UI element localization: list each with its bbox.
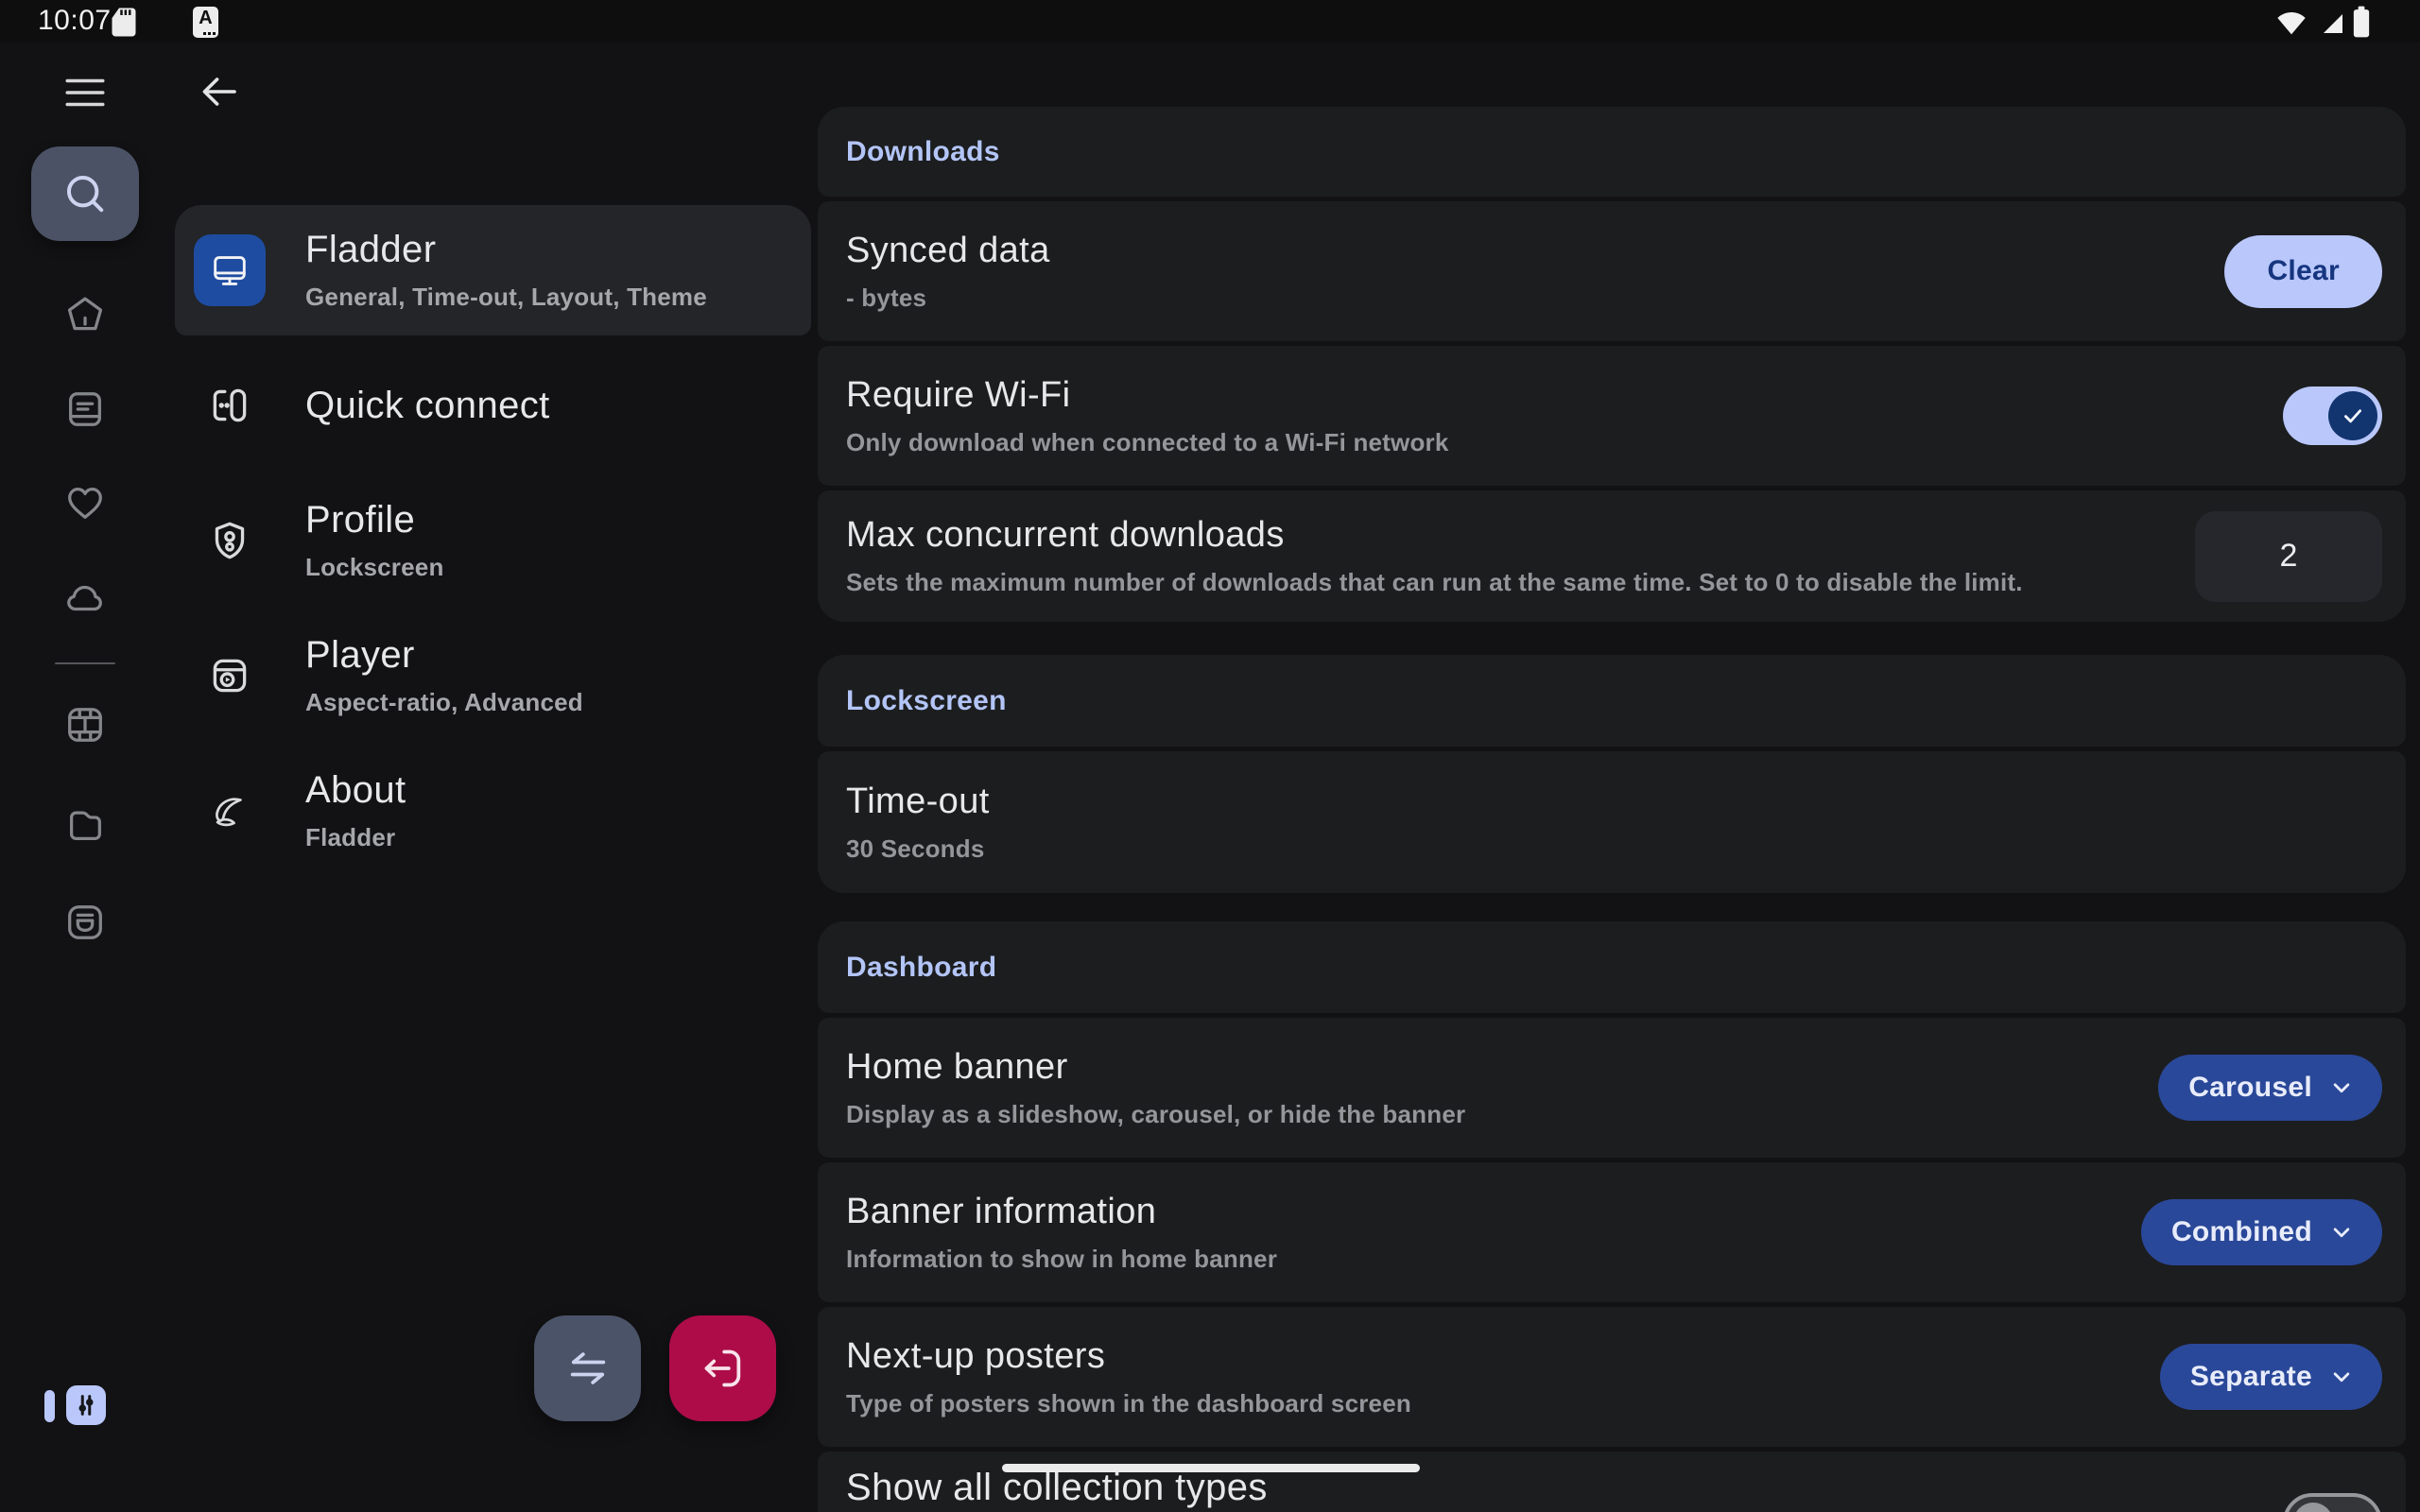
row-subtitle: Sets the maximum number of downloads tha… [846, 568, 2195, 597]
menu-item-about[interactable]: About Fladder [175, 746, 811, 876]
menu-item-subtitle: Fladder [305, 823, 406, 852]
menu-item-subtitle: Lockscreen [305, 553, 444, 582]
search-icon [59, 167, 112, 220]
logout-icon [697, 1342, 750, 1395]
app-notification-icon: A [193, 7, 218, 38]
rail-divider [55, 662, 115, 664]
row-title: Home banner [846, 1047, 2158, 1088]
row-home-banner[interactable]: Home banner Display as a slideshow, caro… [818, 1018, 2406, 1158]
fladder-logo-icon [206, 787, 253, 834]
chevron-down-icon [2327, 1218, 2356, 1246]
profile-shield-icon [206, 517, 253, 564]
menu-item-player[interactable]: Player Aspect-ratio, Advanced [175, 610, 811, 741]
wifi-icon [2276, 9, 2307, 35]
cellular-signal-icon [2318, 9, 2344, 35]
sidebar-collections-icon[interactable] [63, 901, 107, 944]
row-title: Require Wi-Fi [846, 375, 2283, 416]
row-require-wifi[interactable]: Require Wi-Fi Only download when connect… [818, 346, 2406, 486]
status-bar: 10:07 A [0, 0, 2420, 43]
row-title: Synced data [846, 231, 2224, 271]
row-title: Show all collection types [846, 1467, 2283, 1509]
section-header-downloads: Downloads [818, 107, 2406, 197]
quick-connect-icon [206, 382, 253, 429]
sidebar-favorites-icon[interactable] [63, 481, 107, 524]
row-subtitle: 30 Seconds [846, 834, 2382, 864]
sidebar-home-icon[interactable] [63, 293, 107, 336]
menu-item-subtitle: General, Time-out, Layout, Theme [305, 283, 707, 312]
section-title: Lockscreen [846, 685, 1007, 717]
monitor-icon [208, 249, 251, 292]
row-subtitle: - bytes [846, 284, 2224, 313]
logout-button[interactable] [669, 1315, 776, 1421]
gesture-navigation-handle[interactable] [1002, 1464, 1420, 1472]
back-button[interactable] [197, 69, 242, 114]
sidebar-folder-icon[interactable] [63, 803, 107, 847]
row-title: Next-up posters [846, 1336, 2160, 1377]
fladder-settings-screen: { "status_bar": { "time": "10:07", "icon… [0, 0, 2420, 1512]
sliders-icon [72, 1391, 100, 1419]
section-header-lockscreen: Lockscreen [818, 655, 2406, 747]
chevron-down-icon [2327, 1074, 2356, 1102]
menu-item-title: Player [305, 634, 583, 677]
switch-server-button[interactable] [534, 1315, 641, 1421]
menu-item-title: About [305, 769, 406, 812]
menu-item-subtitle: Aspect-ratio, Advanced [305, 688, 583, 717]
banner-information-dropdown[interactable]: Combined [2141, 1199, 2382, 1265]
home-banner-dropdown[interactable]: Carousel [2158, 1055, 2382, 1121]
row-title: Banner information [846, 1192, 2141, 1232]
fladder-app-icon [194, 234, 266, 306]
require-wifi-toggle[interactable] [2283, 387, 2382, 445]
player-icon [206, 652, 253, 699]
row-synced-data[interactable]: Synced data - bytes Clear [818, 201, 2406, 341]
row-show-all-collection-types[interactable]: Show all collection types [818, 1452, 2406, 1512]
sidebar-media-icon[interactable] [63, 387, 107, 431]
next-up-posters-dropdown[interactable]: Separate [2160, 1344, 2382, 1410]
row-subtitle: Type of posters shown in the dashboard s… [846, 1389, 2160, 1418]
section-title: Downloads [846, 136, 1000, 168]
row-time-out[interactable]: Time-out 30 Seconds [818, 751, 2406, 893]
row-title: Max concurrent downloads [846, 515, 2195, 556]
menu-item-profile[interactable]: Profile Lockscreen [175, 475, 811, 606]
row-subtitle: Display as a slideshow, carousel, or hid… [846, 1100, 2158, 1129]
hamburger-menu-icon[interactable] [61, 72, 109, 113]
sidebar-cloud-icon[interactable] [63, 576, 107, 620]
menu-item-title: Profile [305, 499, 444, 541]
menu-item-title: Fladder [305, 229, 707, 271]
sd-card-icon [110, 7, 138, 38]
chevron-down-icon [2327, 1363, 2356, 1391]
row-banner-information[interactable]: Banner information Information to show i… [818, 1162, 2406, 1302]
section-title: Dashboard [846, 952, 996, 984]
section-header-dashboard: Dashboard [818, 921, 2406, 1013]
max-downloads-value-field[interactable]: 2 [2195, 511, 2382, 602]
check-icon [2340, 403, 2366, 429]
clock: 10:07 [38, 5, 112, 37]
menu-item-fladder[interactable]: Fladder General, Time-out, Layout, Theme [175, 205, 811, 335]
show-all-collection-types-toggle[interactable] [2283, 1493, 2382, 1512]
row-subtitle: Information to show in home banner [846, 1245, 2141, 1274]
row-next-up-posters[interactable]: Next-up posters Type of posters shown in… [818, 1307, 2406, 1447]
clear-button[interactable]: Clear [2224, 235, 2382, 308]
row-subtitle: Only download when connected to a Wi-Fi … [846, 428, 2283, 457]
row-title: Time-out [846, 782, 2382, 822]
menu-item-quick-connect[interactable]: Quick connect [175, 340, 811, 471]
sidebar-video-icon[interactable] [63, 703, 107, 747]
search-button[interactable] [31, 146, 139, 241]
edge-handle [44, 1390, 55, 1422]
menu-item-title: Quick connect [305, 385, 550, 427]
row-max-concurrent-downloads[interactable]: Max concurrent downloads Sets the maximu… [818, 490, 2406, 622]
swap-arrows-icon [562, 1342, 614, 1395]
quick-settings-button[interactable] [66, 1385, 106, 1425]
battery-icon [2353, 6, 2370, 38]
